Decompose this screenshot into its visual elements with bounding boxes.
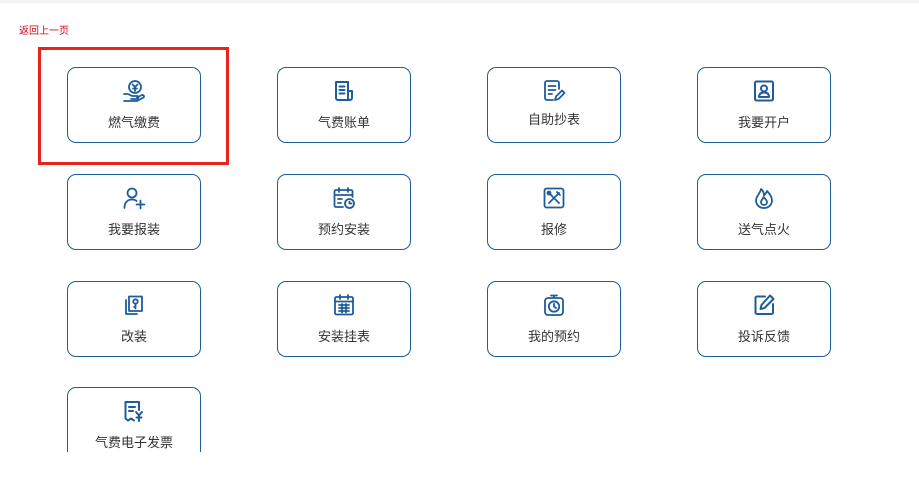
service-label: 气费电子发票: [94, 436, 173, 451]
service-tile-modification[interactable]: 改装: [67, 281, 201, 357]
service-tile-book-installation[interactable]: 预约安装: [277, 174, 411, 250]
service-tile-complaints-feedback[interactable]: 投诉反馈: [697, 281, 831, 357]
bottom-blank-area: [0, 452, 919, 483]
service-label: 改装: [120, 330, 147, 345]
meter-read-icon: [542, 79, 566, 103]
service-tile-open-account[interactable]: 我要开户: [697, 67, 831, 143]
service-label: 投诉反馈: [737, 330, 790, 345]
service-label: 我要报装: [107, 223, 160, 238]
wrench-icon: [122, 293, 146, 317]
service-label: 燃气缴费: [107, 116, 160, 131]
service-grid: 燃气缴费 气费账单 自助抄表 我要开户 我要报装 预约安装 报修 送气点火 改装…: [0, 0, 919, 452]
service-label: 预约安装: [317, 223, 370, 238]
service-label: 气费账单: [317, 116, 370, 131]
service-label: 送气点火: [737, 223, 790, 238]
edit-icon: [752, 293, 776, 317]
flame-icon: [752, 186, 776, 210]
service-label: 自助抄表: [527, 113, 580, 128]
bill-icon: [332, 79, 356, 103]
service-label: 报修: [540, 223, 567, 238]
service-tile-gas-bill[interactable]: 气费账单: [277, 67, 411, 143]
service-label: 安装挂表: [317, 330, 370, 345]
repair-tools-icon: [542, 186, 566, 210]
service-tile-gas-payment[interactable]: 燃气缴费: [67, 67, 201, 143]
invoice-icon: [122, 399, 146, 423]
service-label: 我的预约: [527, 330, 580, 345]
service-tile-meter-installation[interactable]: 安装挂表: [277, 281, 411, 357]
service-tile-self-meter-reading[interactable]: 自助抄表: [487, 67, 621, 143]
account-card-icon: [752, 79, 776, 103]
service-tile-my-appointments[interactable]: 我的预约: [487, 281, 621, 357]
service-label: 我要开户: [737, 116, 790, 131]
calendar-clock-icon: [332, 186, 356, 210]
calendar-grid-icon: [332, 293, 356, 317]
service-tile-gas-ignition[interactable]: 送气点火: [697, 174, 831, 250]
money-hand-icon: [122, 79, 146, 103]
service-tile-electronic-invoice[interactable]: 气费电子发票: [67, 387, 201, 452]
service-tile-repair[interactable]: 报修: [487, 174, 621, 250]
user-add-icon: [122, 186, 146, 210]
timer-icon: [542, 293, 566, 317]
service-tile-installation-request[interactable]: 我要报装: [67, 174, 201, 250]
